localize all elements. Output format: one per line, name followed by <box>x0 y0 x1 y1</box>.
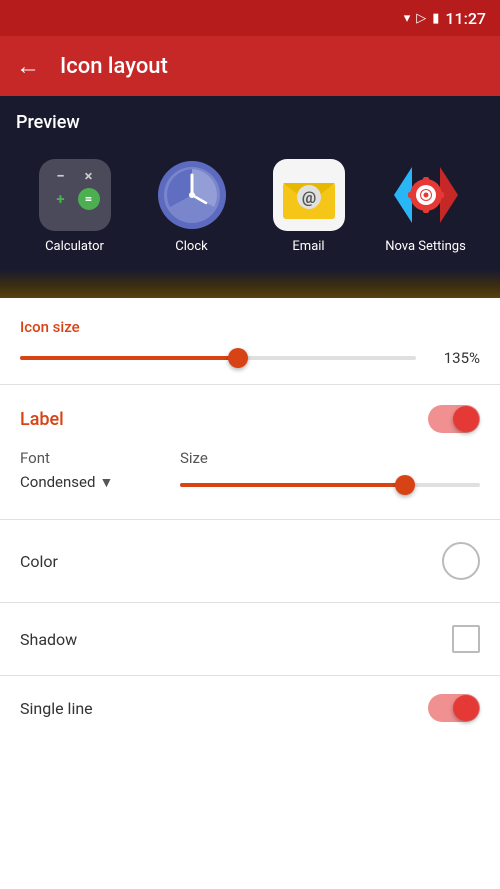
icon-size-value: 135% <box>430 349 480 367</box>
font-dropdown[interactable]: Condensed ▼ <box>20 473 180 491</box>
label-toggle[interactable] <box>428 405 480 433</box>
app-email: @ Email <box>264 159 354 254</box>
dropdown-arrow-icon: ▼ <box>99 474 113 491</box>
slider-fill <box>20 356 238 360</box>
color-row[interactable]: Color <box>0 524 500 598</box>
preview-bottom-gradient <box>0 270 500 298</box>
size-slider-track <box>180 483 480 487</box>
app-clock: Clock <box>147 159 237 254</box>
slider-track <box>20 356 416 360</box>
single-line-row[interactable]: Single line <box>0 680 500 722</box>
signal-icon: ▷ <box>416 11 426 26</box>
back-button[interactable]: ← <box>16 52 40 81</box>
shadow-label: Shadow <box>20 630 77 649</box>
nova-label: Nova Settings <box>385 239 466 254</box>
single-line-label: Single line <box>20 699 93 718</box>
app-calculator: − × + = Calculator <box>30 159 120 254</box>
shadow-row[interactable]: Shadow <box>0 607 500 671</box>
preview-icons-row: − × + = Calculator <box>16 149 484 270</box>
shadow-checkbox[interactable] <box>452 625 480 653</box>
label-title: Label <box>20 409 64 430</box>
size-column: Size <box>180 449 480 497</box>
font-value: Condensed <box>20 473 95 491</box>
toggle-knob <box>453 406 479 432</box>
divider-1 <box>0 384 500 385</box>
slider-thumb[interactable] <box>228 348 248 368</box>
single-line-toggle-knob <box>453 695 479 721</box>
clock-icon <box>156 159 228 231</box>
settings-content: Icon size 135% Label Font Conden <box>0 298 500 722</box>
page-title: Icon layout <box>60 54 168 79</box>
color-picker[interactable] <box>442 542 480 580</box>
label-header: Label <box>20 405 480 433</box>
icon-size-slider[interactable] <box>20 346 416 370</box>
preview-section: Preview − × + = Calculator <box>0 96 500 270</box>
label-section: Label Font Condensed ▼ Size <box>0 389 500 515</box>
calculator-icon: − × + = <box>39 159 111 231</box>
icon-size-title: Icon size <box>20 318 480 336</box>
wifi-icon: ▾ <box>404 11 411 26</box>
email-label: Email <box>292 239 324 254</box>
app-nova: Nova Settings <box>381 159 471 254</box>
status-time: 11:27 <box>445 9 486 28</box>
app-bar: ← Icon layout <box>0 36 500 96</box>
size-slider-fill <box>180 483 405 487</box>
divider-4 <box>0 675 500 676</box>
email-icon: @ <box>273 159 345 231</box>
clock-label: Clock <box>175 239 207 254</box>
size-slider[interactable] <box>180 473 480 497</box>
icon-size-section: Icon size 135% <box>0 298 500 380</box>
calc-minus: − <box>56 169 64 184</box>
nova-settings-icon <box>390 159 462 231</box>
calc-times: × <box>85 169 93 184</box>
calc-equals: = <box>78 188 100 210</box>
svg-text:@: @ <box>301 188 315 207</box>
battery-icon: ▮ <box>432 11 439 26</box>
preview-label: Preview <box>16 112 484 133</box>
calculator-label: Calculator <box>45 239 104 254</box>
divider-2 <box>0 519 500 520</box>
font-size-row: Font Condensed ▼ Size <box>20 449 480 497</box>
icon-size-slider-row: 135% <box>20 346 480 370</box>
size-col-label: Size <box>180 449 480 467</box>
divider-3 <box>0 602 500 603</box>
status-bar: ▾ ▷ ▮ 11:27 <box>0 0 500 36</box>
single-line-toggle[interactable] <box>428 694 480 722</box>
size-slider-thumb[interactable] <box>395 475 415 495</box>
color-label: Color <box>20 552 58 571</box>
calc-plus: + <box>56 190 64 208</box>
font-col-label: Font <box>20 449 180 467</box>
font-column: Font Condensed ▼ <box>20 449 180 491</box>
status-icons: ▾ ▷ ▮ 11:27 <box>404 9 486 28</box>
